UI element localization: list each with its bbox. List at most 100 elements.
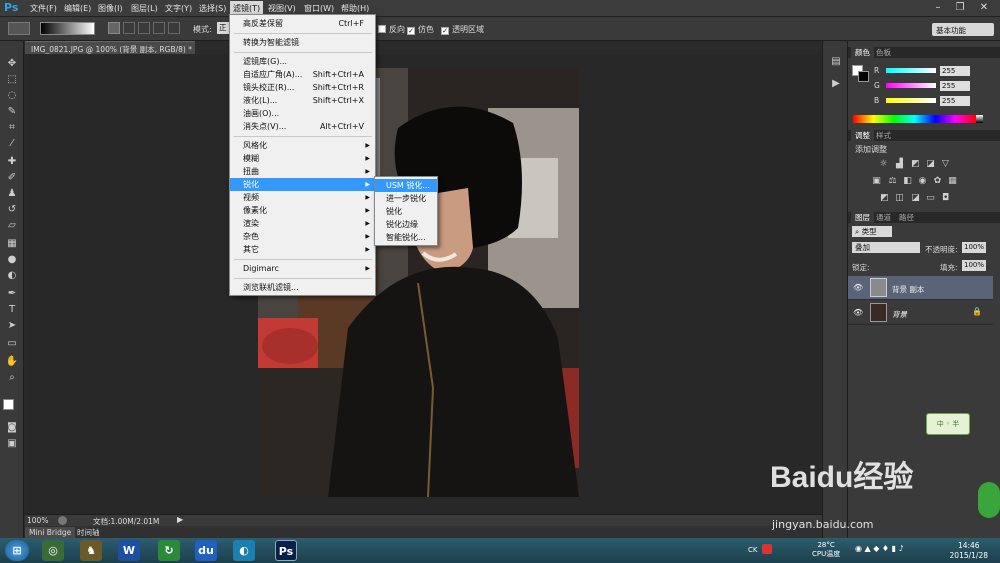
dodge-tool-icon[interactable]: ◐: [5, 269, 19, 283]
tab-color[interactable]: 颜色: [851, 47, 874, 58]
pen-tool-icon[interactable]: ✒: [5, 287, 19, 301]
eraser-tool-icon[interactable]: ▱: [5, 219, 19, 233]
green-slider[interactable]: [886, 83, 936, 88]
menu-file[interactable]: 文件(F): [30, 3, 57, 14]
menu-item-filter-gallery[interactable]: 滤镜库(G)...: [230, 55, 375, 68]
tab-layers[interactable]: 图层: [851, 212, 874, 223]
hand-tool-icon[interactable]: ✋: [5, 355, 19, 369]
reflected-gradient-icon[interactable]: [153, 22, 165, 34]
layer-row-background[interactable]: 👁 背景 🔒: [848, 301, 993, 325]
menu-item-digimarc[interactable]: Digimarc ▶: [230, 262, 375, 275]
color-background-swatch[interactable]: [858, 71, 869, 82]
color-balance-icon[interactable]: ⚖: [887, 176, 898, 186]
document-tab[interactable]: IMG_0821.JPG @ 100% (背景 副本, RGB/8) *: [25, 41, 195, 54]
submenu-smart-sharpen[interactable]: 智能锐化...: [375, 231, 437, 244]
invert-icon[interactable]: ◩: [879, 193, 890, 203]
baidu-app-icon[interactable]: du: [195, 540, 217, 561]
quick-mask-icon[interactable]: ◙: [5, 421, 19, 435]
blue-value-field[interactable]: 255: [940, 96, 970, 106]
selective-color-icon[interactable]: ◘: [940, 193, 951, 203]
menu-item-video[interactable]: 视频 ▶: [230, 191, 375, 204]
black-white-icon[interactable]: ◧: [902, 176, 913, 186]
menu-image[interactable]: 图像(I): [98, 3, 123, 14]
zoom-tool-icon[interactable]: ⌕: [5, 371, 19, 385]
layer-visibility-icon[interactable]: 👁: [853, 283, 863, 292]
submenu-sharpen[interactable]: 锐化: [375, 205, 437, 218]
posterize-icon[interactable]: ◫: [894, 193, 905, 203]
opacity-field[interactable]: 100%: [962, 242, 986, 253]
layer-row-background-copy[interactable]: 👁 背景 副本: [848, 276, 993, 300]
menu-item-high-pass[interactable]: 高反差保留 Ctrl+F: [230, 17, 375, 30]
gradient-map-icon[interactable]: ▭: [925, 193, 936, 203]
foreground-color-swatch[interactable]: [3, 399, 14, 410]
brush-tool-icon[interactable]: ✐: [5, 171, 19, 185]
menu-item-vanishing-point[interactable]: 消失点(V)... Alt+Ctrl+V: [230, 120, 375, 133]
menu-item-oil-paint[interactable]: 油画(O)...: [230, 107, 375, 120]
menu-edit[interactable]: 编辑(E): [64, 3, 91, 14]
close-icon[interactable]: ✕: [975, 2, 993, 14]
actions-panel-icon[interactable]: ▶: [829, 77, 843, 91]
photo-filter-icon[interactable]: ◉: [917, 176, 928, 186]
angle-gradient-icon[interactable]: [138, 22, 150, 34]
menu-item-liquify[interactable]: 液化(L)... Shift+Ctrl+X: [230, 94, 375, 107]
transparency-checkbox[interactable]: ✓ 透明区域: [441, 24, 484, 35]
diamond-gradient-icon[interactable]: [168, 22, 180, 34]
menu-select[interactable]: 选择(S): [199, 3, 226, 14]
game-app-icon[interactable]: ♞: [80, 540, 102, 561]
red-slider[interactable]: [886, 68, 936, 73]
curves-icon[interactable]: ◩: [910, 159, 921, 169]
menu-item-pixelate[interactable]: 像素化 ▶: [230, 204, 375, 217]
gradient-picker[interactable]: [40, 22, 95, 35]
move-tool-icon[interactable]: ✥: [5, 57, 19, 71]
linear-gradient-icon[interactable]: [108, 22, 120, 34]
system-tray-icons[interactable]: ◉ ▲ ◆ ♦ ▮ ♪: [855, 544, 925, 556]
submenu-sharpen-more[interactable]: 进一步锐化: [375, 192, 437, 205]
menu-window[interactable]: 窗口(W): [304, 3, 334, 14]
menu-item-blur[interactable]: 模糊 ▶: [230, 152, 375, 165]
color-spectrum-bar[interactable]: [853, 115, 976, 123]
tab-paths[interactable]: 路径: [895, 212, 918, 223]
tab-adjustments[interactable]: 调整: [851, 130, 874, 141]
clone-stamp-tool-icon[interactable]: ♟: [5, 187, 19, 201]
submenu-sharpen-edges[interactable]: 锐化边缘: [375, 218, 437, 231]
menu-help[interactable]: 帮助(H): [341, 3, 369, 14]
history-brush-tool-icon[interactable]: ↺: [5, 203, 19, 217]
menu-type[interactable]: 文字(Y): [165, 3, 192, 14]
red-value-field[interactable]: 255: [940, 66, 970, 76]
update-app-icon[interactable]: ↻: [158, 540, 180, 561]
green-value-field[interactable]: 255: [940, 81, 970, 91]
grayscale-ramp[interactable]: [976, 115, 983, 123]
menu-filter[interactable]: 滤镜(T): [230, 1, 264, 15]
blur-tool-icon[interactable]: ●: [5, 253, 19, 267]
menu-item-render[interactable]: 渲染 ▶: [230, 217, 375, 230]
zoom-level[interactable]: 100%: [27, 516, 48, 525]
menu-item-distort[interactable]: 扭曲 ▶: [230, 165, 375, 178]
exposure-icon[interactable]: ◪: [925, 159, 936, 169]
minimize-icon[interactable]: –: [929, 2, 947, 14]
browser-icon[interactable]: ◎: [42, 540, 64, 561]
hue-saturation-icon[interactable]: ▣: [871, 176, 882, 186]
channel-mixer-icon[interactable]: ✿: [932, 176, 943, 186]
tab-channels[interactable]: 通道: [872, 212, 895, 223]
photoshop-taskbar-icon[interactable]: Ps: [275, 540, 297, 561]
submenu-usm-sharpen[interactable]: USM 锐化...: [375, 179, 437, 192]
blue-slider[interactable]: [886, 98, 936, 103]
quick-select-tool-icon[interactable]: ✎: [5, 105, 19, 119]
menu-item-other[interactable]: 其它 ▶: [230, 243, 375, 256]
input-method-icon[interactable]: [762, 544, 772, 554]
healing-brush-tool-icon[interactable]: ✚: [5, 155, 19, 169]
crop-tool-icon[interactable]: ⌗: [5, 121, 19, 135]
input-language[interactable]: CK: [748, 546, 757, 554]
brightness-icon[interactable]: ☼: [878, 159, 889, 169]
menu-item-browse-filters[interactable]: 浏览联机滤镜...: [230, 281, 375, 294]
marquee-tool-icon[interactable]: ⬚: [5, 73, 19, 87]
word-app-icon[interactable]: W: [118, 540, 140, 561]
menu-item-noise[interactable]: 杂色 ▶: [230, 230, 375, 243]
gradient-tool-icon[interactable]: ▦: [5, 237, 19, 251]
restore-icon[interactable]: ❐: [951, 2, 969, 14]
threshold-icon[interactable]: ◪: [910, 193, 921, 203]
menu-item-adaptive-wide-angle[interactable]: 自适应广角(A)... Shift+Ctrl+A: [230, 68, 375, 81]
taskbar-clock[interactable]: 14:46 2015/1/28: [950, 541, 988, 561]
type-tool-icon[interactable]: T: [5, 303, 19, 317]
tab-swatches[interactable]: 色板: [872, 47, 895, 58]
